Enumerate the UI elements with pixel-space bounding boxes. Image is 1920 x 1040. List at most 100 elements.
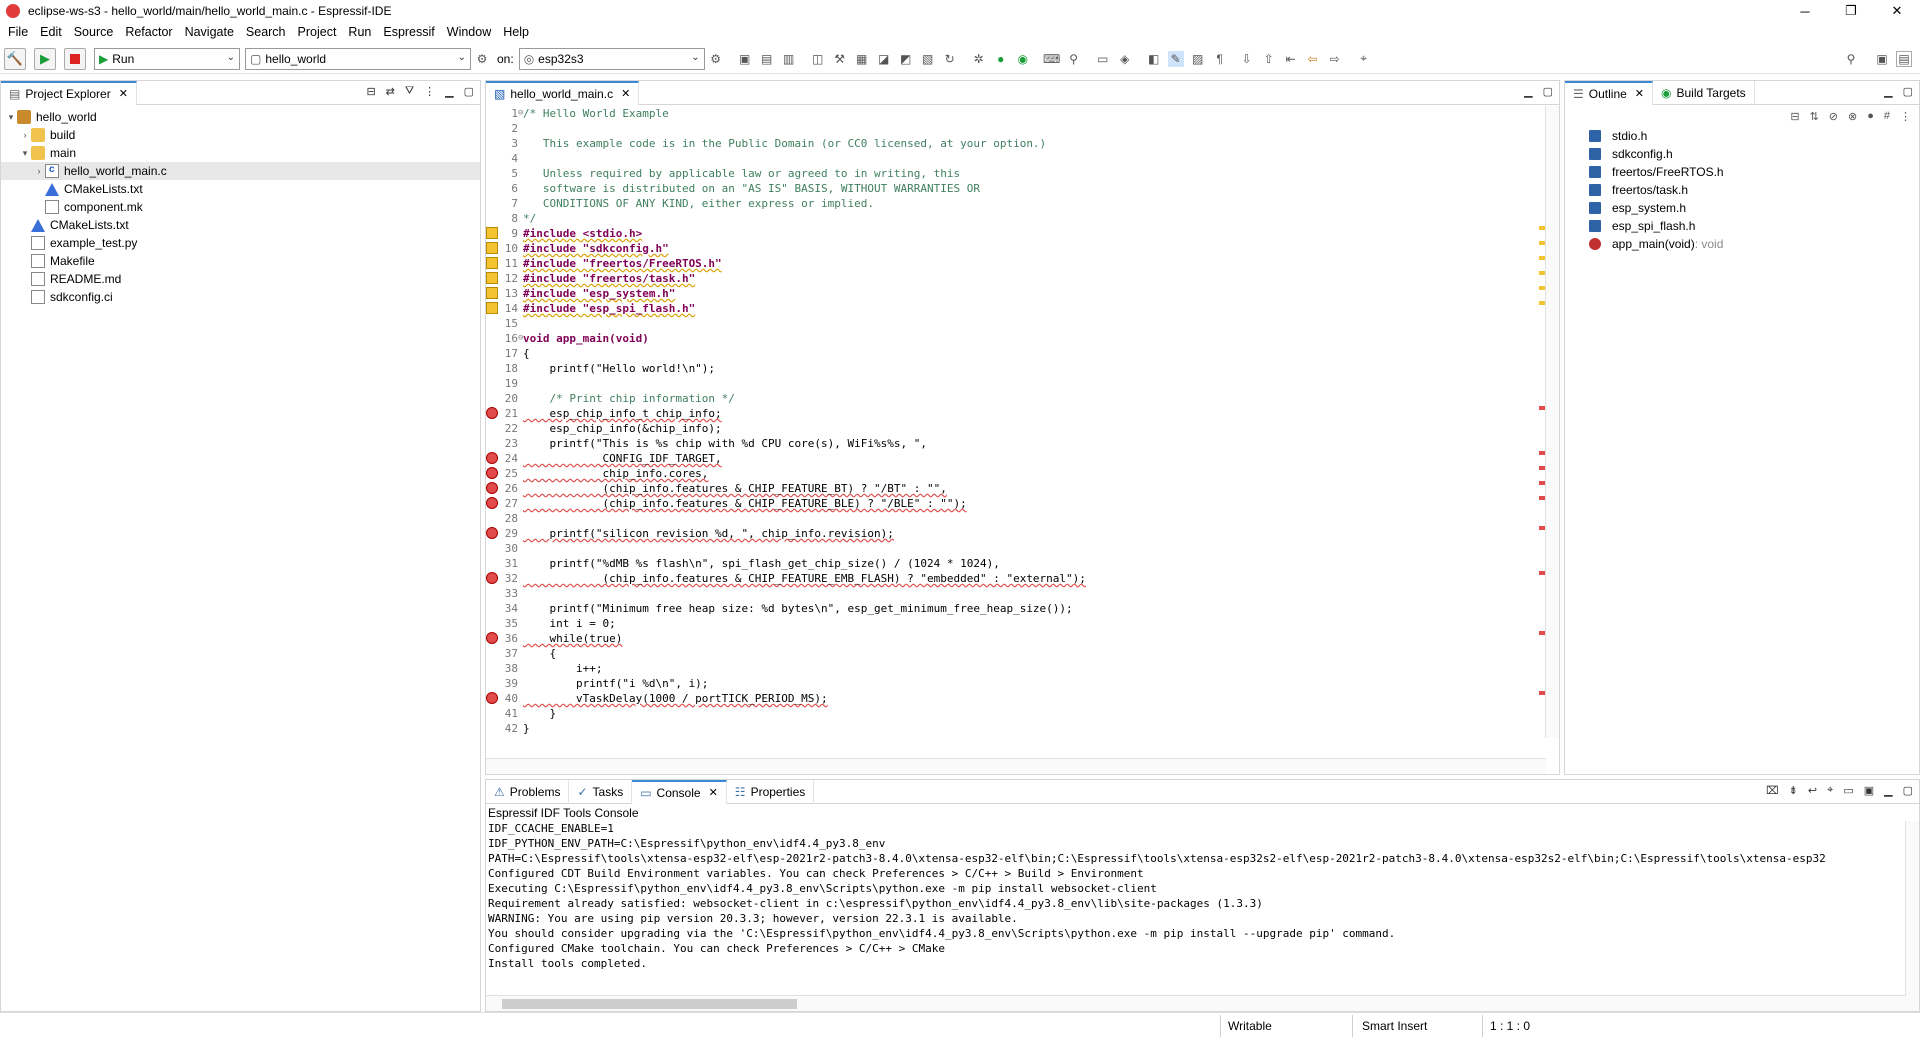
tab-hello-world-main-c[interactable]: ▧ hello_world_main.c ✕ [486, 80, 640, 105]
launch-config-select[interactable]: ▢ hello_world ⌄ [245, 47, 471, 70]
code-line[interactable]: 43 [486, 736, 1538, 738]
clear-console-icon[interactable]: ⌧ [1766, 784, 1779, 797]
maximize-view-icon[interactable]: ▢ [1903, 85, 1913, 98]
target-select[interactable]: ◎ esp32s3 ⌄ [518, 47, 705, 70]
code-line[interactable]: 22 esp_chip_info(&chip_info); [486, 421, 1538, 436]
toggle-mark-icon[interactable]: ◧ [1146, 51, 1162, 67]
code-line[interactable]: 36 while(true) [486, 631, 1538, 646]
code-line[interactable]: 21 esp_chip_info_t chip_info; [486, 406, 1538, 421]
code-line[interactable]: 15 [486, 316, 1538, 331]
display-console-icon[interactable]: ▭ [1843, 784, 1853, 797]
tree-item[interactable]: CMakeLists.txt [1, 180, 480, 198]
code-line[interactable]: 1 ⊖/* Hello World Example [486, 106, 1538, 121]
menu-source[interactable]: Source [70, 25, 122, 39]
code-line[interactable]: 34 printf("Minimum free heap size: %d by… [486, 601, 1538, 616]
console-vertical-scrollbar[interactable] [1905, 821, 1919, 996]
collapse-all-icon[interactable]: ⊟ [366, 85, 375, 98]
menu-project[interactable]: Project [294, 25, 345, 39]
new-c-project-icon[interactable]: ▦ [854, 51, 870, 67]
new-folder-icon[interactable]: ◩ [898, 51, 914, 67]
code-line[interactable]: 41 } [486, 706, 1538, 721]
close-icon[interactable]: ✕ [119, 87, 128, 100]
tree-item[interactable]: example_test.py [1, 234, 480, 252]
code-line[interactable]: 3 This example code is in the Public Dom… [486, 136, 1538, 151]
tab-problems[interactable]: ⚠ Problems [486, 779, 570, 804]
collapse-all-icon[interactable]: ⊟ [1790, 110, 1799, 123]
expand-icon[interactable]: ▾ [19, 148, 31, 159]
code-line[interactable]: 20 /* Print chip information */ [486, 391, 1538, 406]
expand-icon[interactable]: ▾ [5, 112, 17, 123]
run-external-icon[interactable]: ◉ [1015, 51, 1031, 67]
code-line[interactable]: 4 [486, 151, 1538, 166]
code-line[interactable]: 42} [486, 721, 1538, 736]
code-line[interactable]: 6 software is distributed on an "AS IS" … [486, 181, 1538, 196]
code-line[interactable]: 29 printf("silicon revision %d, ", chip_… [486, 526, 1538, 541]
back-icon[interactable]: ⇦ [1305, 51, 1321, 67]
code-line[interactable]: 31 printf("%dMB %s flash\n", spi_flash_g… [486, 556, 1538, 571]
code-line[interactable]: 5 Unless required by applicable law or a… [486, 166, 1538, 181]
code-line[interactable]: 38 i++; [486, 661, 1538, 676]
code-line[interactable]: 35 int i = 0; [486, 616, 1538, 631]
hide-static-icon[interactable]: ⊗ [1848, 110, 1857, 123]
code-line[interactable]: 25 chip_info.cores, [486, 466, 1538, 481]
hide-non-public-icon[interactable]: ● [1867, 110, 1874, 122]
save-all-icon[interactable]: ▥ [781, 51, 797, 67]
code-line[interactable]: 11 #include "freertos/FreeRTOS.h" [486, 256, 1538, 271]
link-editor-icon[interactable]: ⇄ [386, 85, 395, 98]
console-horizontal-scrollbar[interactable] [486, 995, 1919, 1011]
scrollbar-thumb[interactable] [502, 999, 797, 1009]
tab-build-targets[interactable]: ◉ Build Targets [1653, 80, 1755, 105]
menu-refactor[interactable]: Refactor [121, 25, 180, 39]
code-line[interactable]: 40 vTaskDelay(1000 / portTICK_PERIOD_MS)… [486, 691, 1538, 706]
search-tool-icon[interactable]: ⚲ [1066, 51, 1082, 67]
stop-button[interactable] [64, 47, 86, 70]
menu-file[interactable]: File [4, 25, 36, 39]
whitespace-icon[interactable]: ¶ [1212, 51, 1228, 67]
refresh-icon[interactable]: ↻ [942, 51, 958, 67]
close-icon[interactable]: ✕ [709, 786, 718, 799]
code-line[interactable]: 23 printf("This is %s chip with %d CPU c… [486, 436, 1538, 451]
tree-item[interactable]: Makefile [1, 252, 480, 270]
outline-item[interactable]: esp_spi_flash.h [1565, 217, 1919, 235]
forward-icon[interactable]: ⇨ [1327, 51, 1343, 67]
code-line[interactable]: 10 #include "sdkconfig.h" [486, 241, 1538, 256]
last-edit-icon[interactable]: ⇤ [1283, 51, 1299, 67]
maximize-view-icon[interactable]: ▢ [1903, 784, 1913, 797]
highlight-icon[interactable]: ✎ [1167, 50, 1184, 67]
tab-properties[interactable]: ☷ Properties [727, 779, 815, 804]
menu-help[interactable]: Help [499, 25, 537, 39]
code-line[interactable]: 17 { [486, 346, 1538, 361]
tree-item[interactable]: ▾ hello_world [1, 108, 480, 126]
console-output[interactable]: IDF_CCACHE_ENABLE=1 IDF_PYTHON_ENV_PATH=C… [486, 821, 1919, 996]
tab-project-explorer[interactable]: ▤ Project Explorer ✕ [1, 80, 137, 105]
open-perspective-icon[interactable]: ▣ [1874, 51, 1890, 67]
outline-item[interactable]: sdkconfig.h [1565, 145, 1919, 163]
tree-item[interactable]: CMakeLists.txt [1, 216, 480, 234]
chevron-right-icon[interactable]: › [19, 130, 31, 140]
code-line[interactable]: 33 [486, 586, 1538, 601]
cpp-perspective-icon[interactable]: ▤ [1896, 50, 1912, 67]
config-gear-icon[interactable]: ⚙ [474, 51, 490, 67]
code-line[interactable]: 27 (chip_info.features & CHIP_FEATURE_BL… [486, 496, 1538, 511]
code-line[interactable]: 19 [486, 376, 1538, 391]
sort-icon[interactable]: ⇅ [1810, 110, 1819, 123]
view-menu-icon[interactable]: ⋮ [424, 85, 435, 98]
new-icon[interactable]: ▣ [737, 51, 753, 67]
tree-item[interactable]: ▾ main [1, 144, 480, 162]
run-icon[interactable]: ● [993, 51, 1009, 67]
tree-item[interactable]: › build [1, 126, 480, 144]
tree-item[interactable]: README.md [1, 270, 480, 288]
new-class-icon[interactable]: ◪ [876, 51, 892, 67]
view-menu-icon[interactable]: ⋮ [1900, 110, 1911, 123]
launch-mode-select[interactable]: ▶ Run ⌄ [94, 47, 240, 70]
minimize-view-icon[interactable]: ▁ [1524, 85, 1532, 98]
menu-navigate[interactable]: Navigate [181, 25, 242, 39]
chevron-right-icon[interactable]: › [33, 166, 45, 176]
outline-item[interactable]: stdio.h [1565, 127, 1919, 145]
code-line[interactable]: 9 #include <stdio.h> [486, 226, 1538, 241]
scroll-lock-icon[interactable]: ⇟ [1789, 784, 1798, 797]
code-area[interactable]: 1 ⊖/* Hello World Example 2 3 This example … [486, 106, 1538, 738]
terminal-icon[interactable]: ⌨ [1043, 51, 1060, 67]
minimize-button[interactable]: ─ [1782, 0, 1828, 22]
close-icon[interactable]: ✕ [1635, 87, 1644, 100]
